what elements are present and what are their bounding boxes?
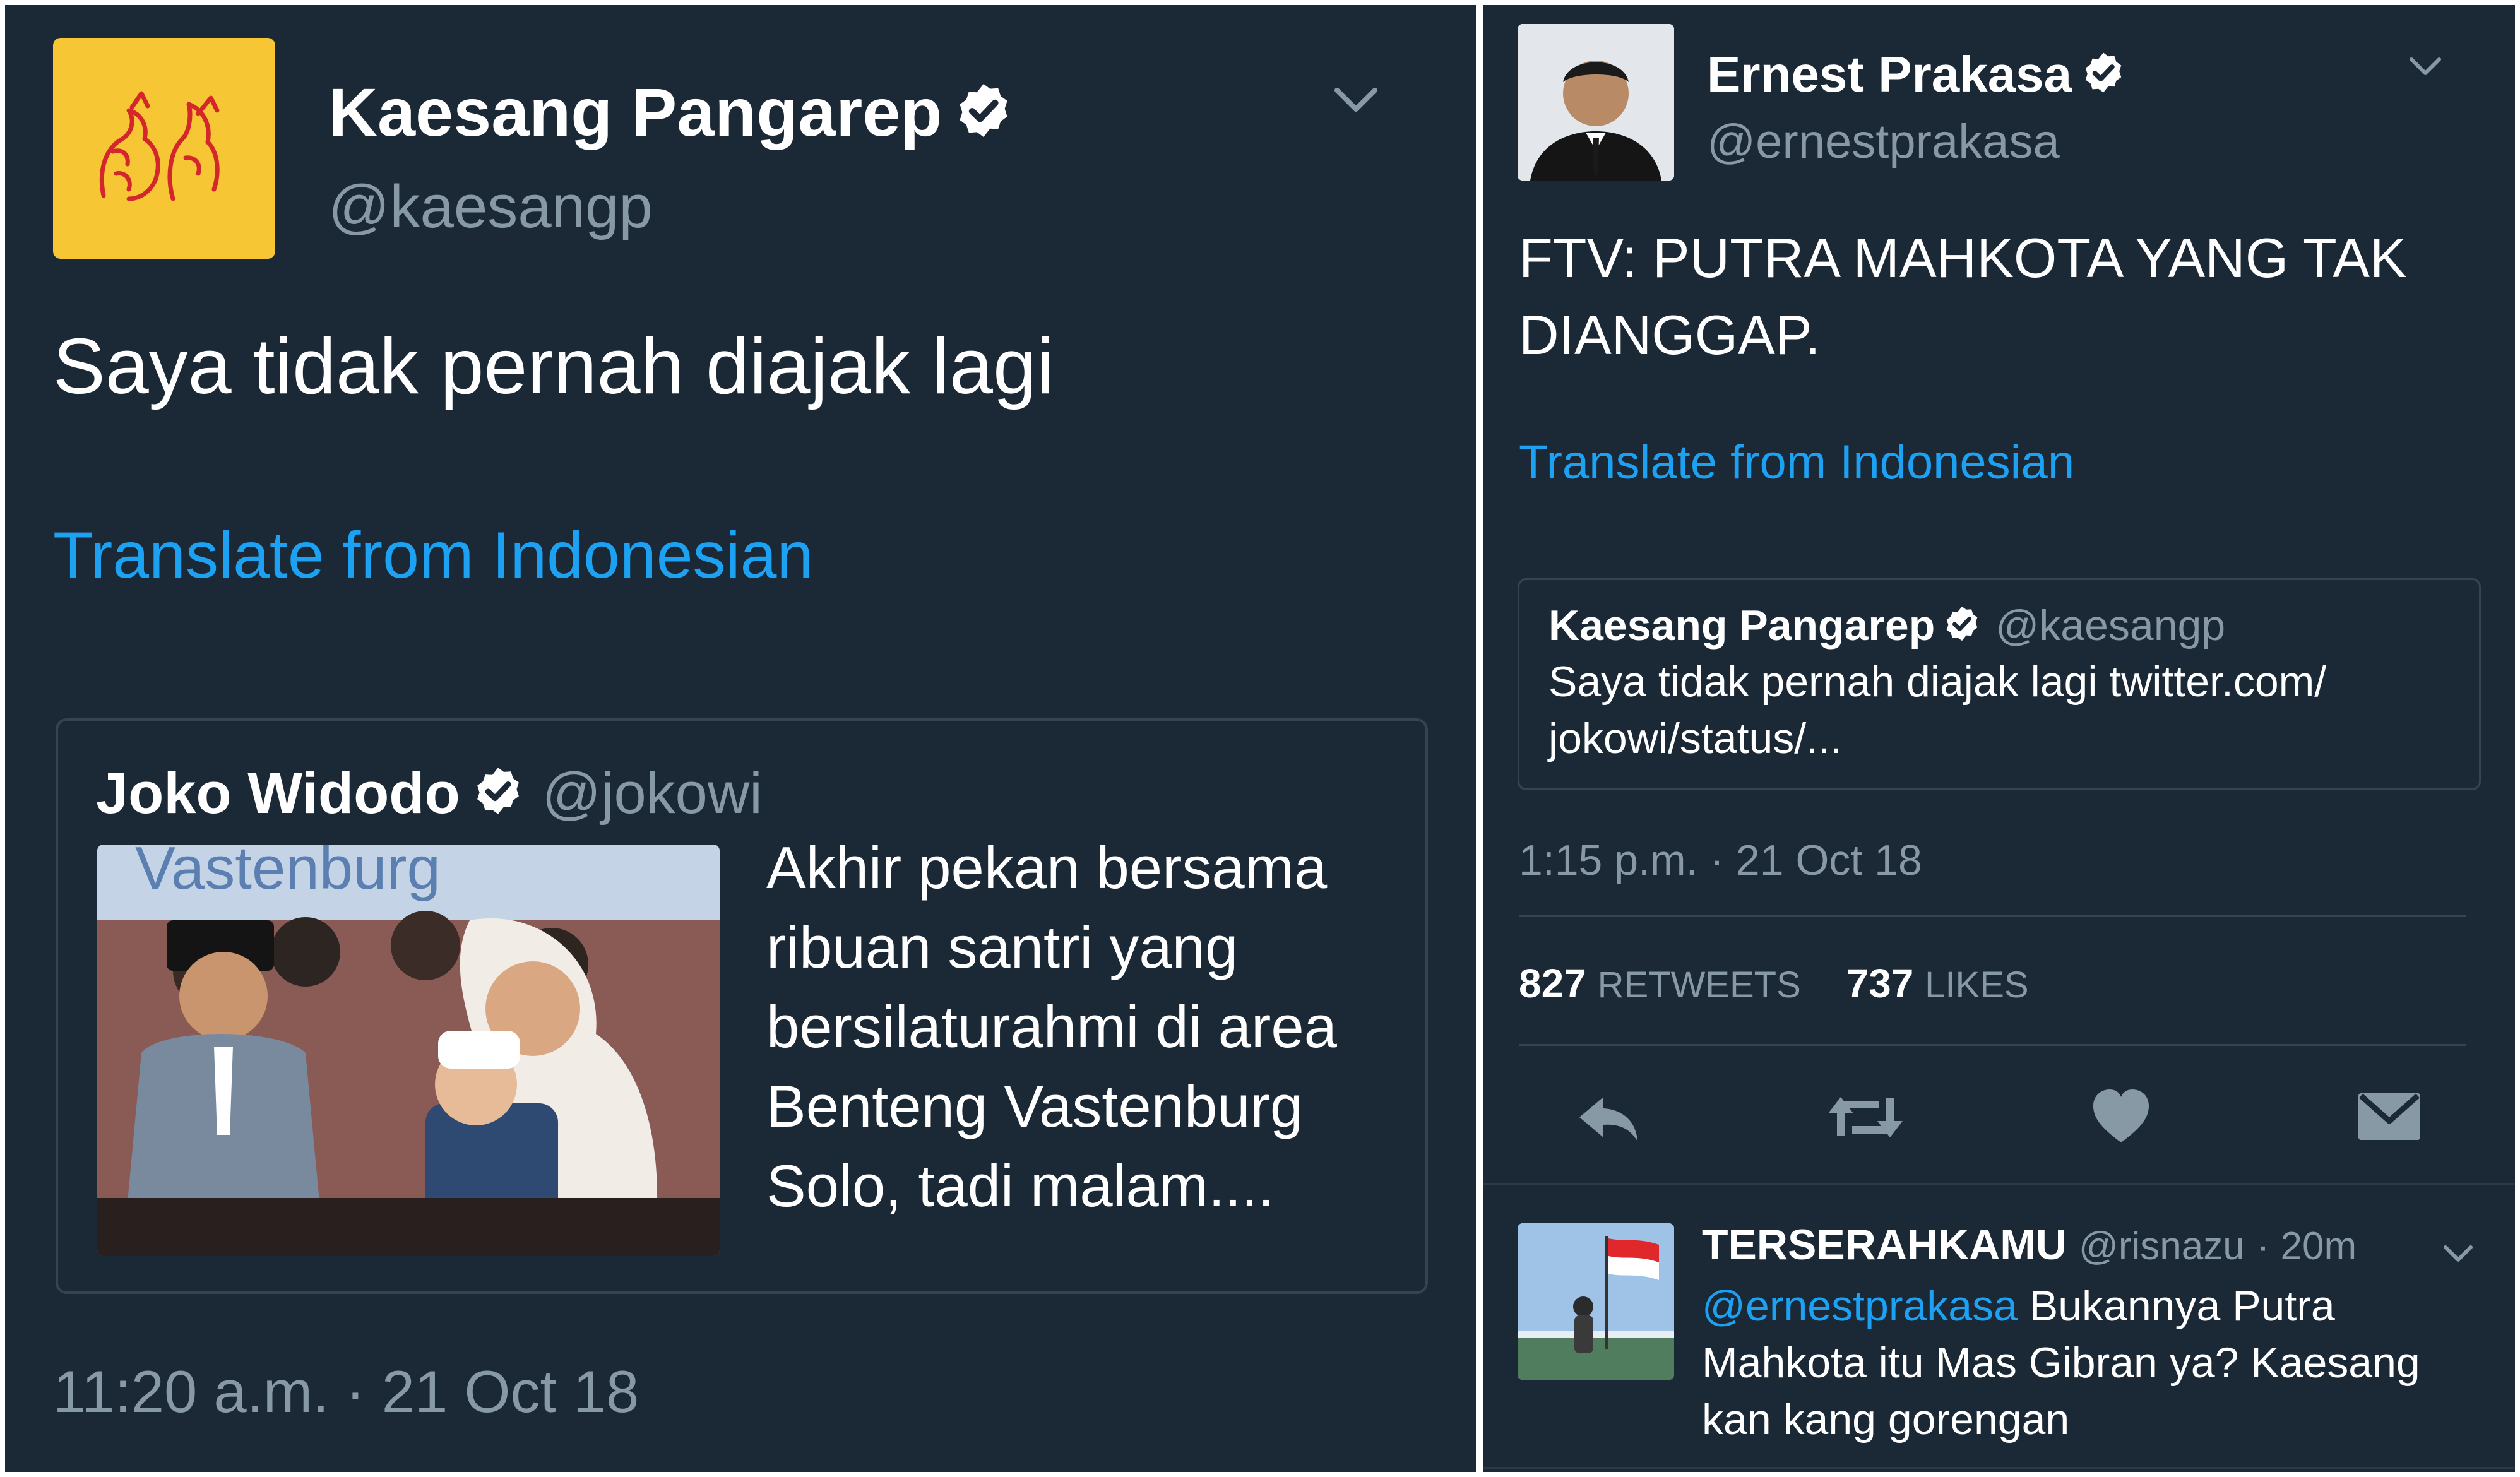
author-name-text: Kaesang Pangarep — [328, 74, 942, 150]
quoted-author-row: Joko Widodo @jokowi — [96, 759, 763, 833]
ernest-avatar[interactable] — [1518, 24, 1674, 181]
message-icon[interactable] — [2355, 1088, 2424, 1148]
quoted-author-row: Kaesang Pangarep @kaesangp — [1548, 599, 2225, 655]
likes-label: LIKES — [1925, 964, 2029, 1005]
author-name-text: Ernest Prakasa — [1707, 46, 2072, 102]
quoted-line-5: Solo, tadi malam.... — [766, 1153, 1275, 1219]
verified-badge-icon — [1942, 602, 1982, 655]
verified-badge-icon — [472, 763, 525, 833]
chevron-down-icon[interactable] — [2440, 1241, 2476, 1269]
reply-avatar[interactable] — [1518, 1223, 1674, 1380]
quoted-tweet-text: Akhir pekan bersama ribuan santri yang b… — [766, 828, 1410, 1226]
likes-count: 737 — [1846, 961, 1914, 1006]
reply-author-handle[interactable]: @risnazu — [2079, 1225, 2245, 1268]
reply-mention-link[interactable]: @ernestprakasa — [1702, 1282, 2018, 1330]
reply-divider-bottom — [1483, 1467, 2515, 1469]
retweets-label: RETWEETS — [1597, 964, 1801, 1005]
quoted-tweet-card[interactable]: Kaesang Pangarep @kaesangp Saya tidak per… — [1518, 578, 2481, 790]
reply-time: · 20m — [2256, 1225, 2357, 1268]
left-tweet-panel: Kaesang Pangarep @kaesangp Saya tidak pe… — [5, 5, 1476, 1472]
quoted-tweet-text: Saya tidak pernah diajak lagi twitter.co… — [1548, 658, 2327, 762]
chevron-down-icon[interactable] — [1331, 81, 1381, 122]
stats-divider-bottom — [1519, 1044, 2466, 1046]
retweets-stat[interactable]: 827 RETWEETS — [1519, 961, 1801, 1006]
translate-link[interactable]: Translate from Indonesian — [53, 518, 813, 593]
quoted-tweet-card[interactable]: Joko Widodo @jokowi Vastenburg Akhir pek… — [56, 718, 1428, 1294]
photo-illustration: Vastenburg — [97, 845, 720, 1256]
like-icon[interactable] — [2089, 1086, 2153, 1152]
retweets-count: 827 — [1519, 961, 1586, 1006]
quoted-line-3: bersilaturahmi di area — [766, 994, 1337, 1060]
quoted-author-name: Joko Widodo — [96, 761, 460, 826]
tweet-stats: 827 RETWEETS 737 LIKES — [1519, 958, 2029, 1011]
reply-icon[interactable] — [1572, 1086, 1641, 1152]
stats-divider-top — [1519, 915, 2466, 917]
reply-text: @ernestprakasa Bukannya Putra Mahkota it… — [1702, 1278, 2459, 1448]
kaesang-avatar[interactable] — [53, 38, 275, 259]
quoted-line-1: Akhir pekan bersama — [766, 834, 1328, 901]
photo-banner-text: Vastenburg — [135, 845, 441, 902]
quoted-line-2: ribuan santri yang — [766, 914, 1239, 980]
author-handle[interactable]: @ernestprakasa — [1707, 114, 2060, 170]
chevron-down-icon[interactable] — [2406, 53, 2444, 84]
person-photo — [1518, 24, 1674, 181]
retweet-icon[interactable] — [1824, 1086, 1906, 1152]
verified-badge-icon — [2081, 48, 2126, 109]
author-name[interactable]: Kaesang Pangarep — [328, 74, 1014, 155]
quoted-author-name: Kaesang Pangarep — [1548, 602, 1935, 650]
tweet-timestamp[interactable]: 11:20 a.m. · 21 Oct 18 — [53, 1357, 639, 1427]
quoted-author-handle: @jokowi — [542, 761, 763, 826]
right-tweet-panel: Ernest Prakasa @ernestprakasa FTV: PUTRA… — [1483, 5, 2515, 1472]
likes-stat[interactable]: 737 LIKES — [1846, 961, 2029, 1006]
tweet-text: FTV: PUTRA MAHKOTA YANG TAK DIANGGAP. — [1519, 227, 2407, 366]
tweet-timestamp[interactable]: 1:15 p.m. · 21 Oct 18 — [1519, 834, 1922, 886]
logo-illustration-icon — [99, 91, 220, 201]
author-name[interactable]: Ernest Prakasa — [1707, 44, 2126, 109]
quoted-photo[interactable]: Vastenburg — [97, 845, 720, 1256]
translate-link[interactable]: Translate from Indonesian — [1519, 434, 2074, 491]
quoted-author-handle: @kaesangp — [1995, 602, 2226, 650]
author-handle[interactable]: @kaesangp — [328, 172, 653, 242]
flag-photo — [1518, 1223, 1674, 1380]
tweet-text: Saya tidak pernah diajak lagi — [53, 323, 1054, 410]
reply-header: TERSERAHKAMU @risnazu · 20m — [1702, 1218, 2357, 1273]
quoted-line-4: Benteng Vastenburg — [766, 1073, 1304, 1139]
reply-divider-top — [1483, 1183, 2515, 1185]
verified-badge-icon — [953, 80, 1014, 155]
reply-author-name[interactable]: TERSERAHKAMU — [1702, 1221, 2067, 1269]
